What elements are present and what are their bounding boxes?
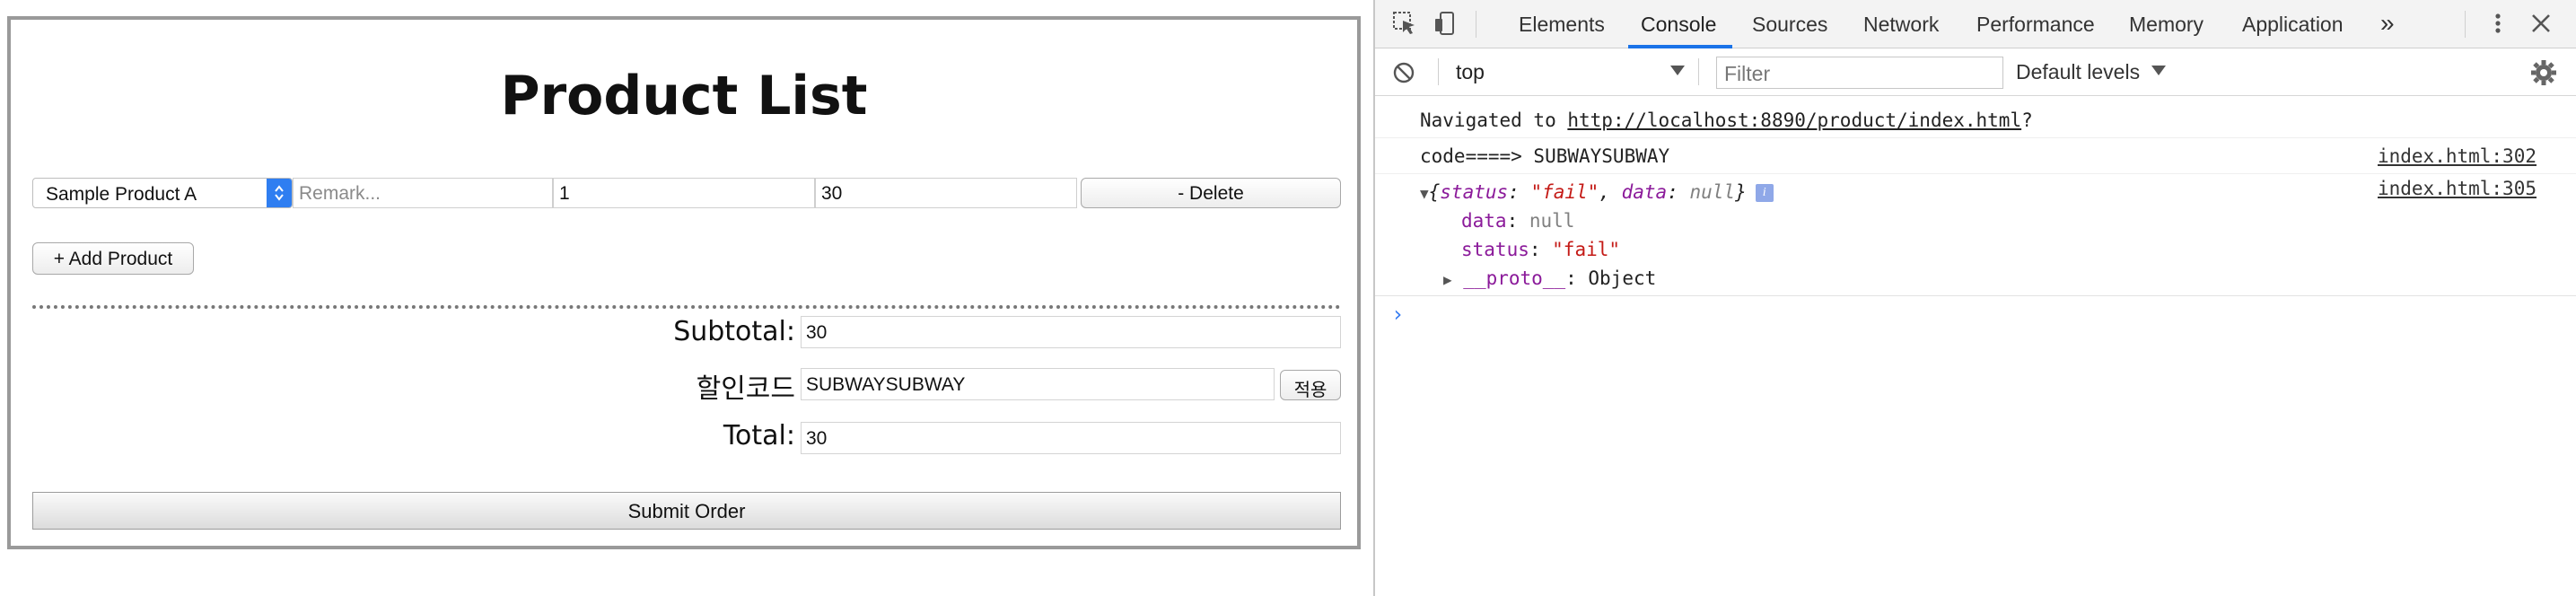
toolbar-separator (1698, 58, 1699, 85)
product-select-value: Sample Product A (46, 184, 197, 205)
delete-button[interactable]: - Delete (1081, 178, 1341, 208)
dotted-divider (32, 305, 1341, 309)
nav-url-link[interactable]: http://localhost:8890/product/index.html (1567, 110, 2021, 131)
context-dropdown-icon[interactable] (1669, 64, 1686, 81)
toolbar-separator (1438, 58, 1439, 85)
gear-icon[interactable] (2529, 58, 2558, 92)
console-object-row: ▼{status: "fail", data: null} i index.htm… (1375, 174, 2576, 296)
navigation-message: Navigated to http://localhost:8890/produ… (1375, 102, 2576, 138)
devtools-panel: Elements Console Sources Network Perform… (1375, 0, 2576, 596)
summary-data-key: data (1621, 181, 1668, 203)
console-log-row: code====> SUBWAYSUBWAY index.html:302 (1375, 138, 2576, 174)
product-select[interactable]: Sample Product A (32, 178, 293, 208)
discount-code-label: 할인코드 (696, 373, 795, 405)
expand-triangle-icon[interactable]: ▶ (1443, 271, 1452, 288)
levels-dropdown-icon[interactable] (2151, 64, 2167, 81)
console-toolbar: top Filter Default levels (1375, 49, 2576, 96)
discount-code-input[interactable]: SUBWAYSUBWAY (801, 368, 1275, 400)
tab-console[interactable]: Console (1641, 13, 1716, 37)
apply-discount-button[interactable]: 적용 (1280, 370, 1341, 400)
subtotal-label: Subtotal: (673, 316, 795, 347)
object-property-data: data: null (1461, 210, 1575, 232)
tab-memory[interactable]: Memory (2129, 13, 2204, 37)
prop-status-value: "fail" (1552, 239, 1621, 260)
collapse-triangle-icon[interactable]: ▼ (1420, 185, 1429, 202)
submit-order-button[interactable]: Submit Order (32, 492, 1341, 530)
remark-input[interactable]: Remark... (293, 178, 553, 208)
page-title: Product List (500, 65, 868, 127)
log-text: code====> SUBWAYSUBWAY (1420, 145, 1670, 167)
tab-network[interactable]: Network (1863, 13, 1939, 37)
tab-sources[interactable]: Sources (1752, 13, 1827, 37)
context-selector[interactable]: top (1456, 60, 1485, 84)
tab-performance[interactable]: Performance (1976, 13, 2095, 37)
brace-close: } (1735, 181, 1747, 203)
price-input[interactable]: 30 (815, 178, 1077, 208)
product-row: Sample Product A Remark... 1 30 - Delete (32, 178, 1341, 208)
proto-value: Object (1588, 267, 1657, 289)
active-tab-indicator (1628, 45, 1732, 48)
prop-status-key: status (1461, 239, 1529, 260)
log-levels-dropdown[interactable]: Default levels (2016, 60, 2140, 84)
console-prompt[interactable]: › (1391, 302, 1404, 327)
source-link[interactable]: index.html:305 (2378, 178, 2537, 199)
web-page: Product List Sample Product A Remark... … (0, 0, 1373, 596)
nav-prefix: Navigated to (1420, 110, 1568, 131)
brace-open: { (1428, 181, 1441, 203)
source-link[interactable]: index.html:302 (2378, 145, 2537, 167)
device-toolbar-icon[interactable] (1433, 10, 1459, 41)
tab-application[interactable]: Application (2242, 13, 2344, 37)
nav-suffix: ? (2021, 110, 2033, 131)
prop-data-key: data (1461, 210, 1507, 232)
kebab-menu-icon[interactable] (2484, 10, 2511, 41)
summary-status-value: "fail" (1530, 181, 1599, 203)
object-proto[interactable]: ▶ __proto__: Object (1443, 267, 1656, 289)
info-icon[interactable]: i (1755, 184, 1774, 202)
object-property-status: status: "fail" (1461, 239, 1621, 260)
inspect-element-icon[interactable] (1391, 10, 1418, 41)
object-summary[interactable]: ▼{status: "fail", data: null} i (1420, 181, 1774, 203)
toolbar-separator (2465, 11, 2466, 38)
select-stepper-icon (267, 179, 292, 207)
proto-key: __proto__ (1463, 267, 1566, 289)
filter-input[interactable]: Filter (1716, 57, 2003, 89)
quantity-input[interactable]: 1 (553, 178, 815, 208)
summary-data-value: null (1689, 181, 1736, 203)
add-product-button[interactable]: + Add Product (32, 242, 194, 275)
prop-data-value: null (1529, 210, 1575, 232)
summary-status-key: status (1440, 181, 1509, 203)
product-form-frame: Product List Sample Product A Remark... … (7, 16, 1361, 549)
devtools-tabbar: Elements Console Sources Network Perform… (1375, 0, 2576, 48)
total-label: Total: (723, 420, 795, 451)
clear-console-icon[interactable] (1391, 60, 1416, 90)
close-devtools-icon[interactable] (2528, 10, 2554, 41)
subtotal-input[interactable]: 30 (801, 316, 1341, 348)
more-tabs-button[interactable]: » (2380, 9, 2395, 38)
total-input[interactable]: 30 (801, 422, 1341, 454)
tab-elements[interactable]: Elements (1519, 13, 1605, 37)
